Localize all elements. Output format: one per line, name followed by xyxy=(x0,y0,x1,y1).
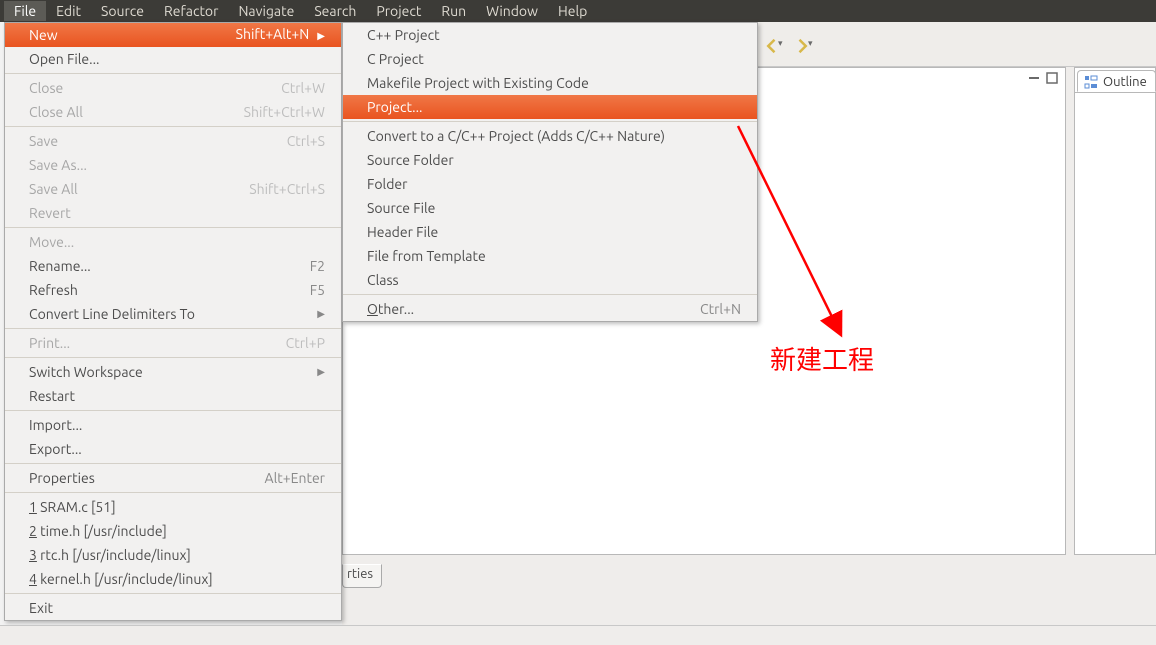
file-print[interactable]: Print...Ctrl+P xyxy=(5,331,341,355)
menu-separator xyxy=(5,410,341,411)
file-recent-0[interactable]: 1 SRAM.c [51] xyxy=(5,495,341,519)
menu-source[interactable]: Source xyxy=(91,1,154,21)
menu-help[interactable]: Help xyxy=(548,1,597,21)
outline-panel: Outline xyxy=(1074,67,1156,555)
file-convert-delimiters[interactable]: Convert Line Delimiters To▶ xyxy=(5,302,341,326)
file-recent-3[interactable]: 4 kernel.h [/usr/include/linux] xyxy=(5,567,341,591)
submenu-arrow-icon: ▶ xyxy=(317,302,325,326)
new-source-folder[interactable]: Source Folder xyxy=(343,148,757,172)
file-recent-1[interactable]: 2 time.h [/usr/include] xyxy=(5,519,341,543)
file-exit[interactable]: Exit xyxy=(5,596,341,620)
properties-tab-partial[interactable]: rties xyxy=(342,564,382,588)
maximize-panel-icon[interactable] xyxy=(1045,71,1059,88)
file-save[interactable]: SaveCtrl+S xyxy=(5,129,341,153)
file-close[interactable]: CloseCtrl+W xyxy=(5,76,341,100)
menu-run[interactable]: Run xyxy=(431,1,476,21)
file-save-all[interactable]: Save AllShift+Ctrl+S xyxy=(5,177,341,201)
menu-separator xyxy=(343,121,757,122)
file-restart[interactable]: Restart xyxy=(5,384,341,408)
new-folder[interactable]: Folder xyxy=(343,172,757,196)
outline-icon xyxy=(1084,75,1098,89)
menu-separator xyxy=(5,126,341,127)
menubar: File Edit Source Refactor Navigate Searc… xyxy=(0,0,1156,22)
menu-edit[interactable]: Edit xyxy=(46,1,91,21)
new-cpp-project[interactable]: C++ Project xyxy=(343,23,757,47)
file-open-file[interactable]: Open File... xyxy=(5,47,341,71)
menu-navigate[interactable]: Navigate xyxy=(228,1,304,21)
file-menu: New Shift+Alt+N ▶ Open File... CloseCtrl+… xyxy=(4,22,342,621)
menu-separator xyxy=(5,227,341,228)
file-export[interactable]: Export... xyxy=(5,437,341,461)
new-project[interactable]: Project... xyxy=(343,95,757,119)
file-new-shortcut: Shift+Alt+N xyxy=(236,26,310,42)
file-import[interactable]: Import... xyxy=(5,413,341,437)
menu-search[interactable]: Search xyxy=(304,1,366,21)
menu-separator xyxy=(5,463,341,464)
outline-tab-label: Outline xyxy=(1103,75,1147,89)
toolbar-forward-icon[interactable]: ▾ xyxy=(792,36,812,52)
new-makefile-project[interactable]: Makefile Project with Existing Code xyxy=(343,71,757,95)
file-revert[interactable]: Revert xyxy=(5,201,341,225)
file-new-label: New xyxy=(29,23,58,47)
file-save-as[interactable]: Save As... xyxy=(5,153,341,177)
file-rename[interactable]: Rename...F2 xyxy=(5,254,341,278)
menu-separator xyxy=(343,294,757,295)
status-bar xyxy=(0,625,1156,645)
new-class[interactable]: Class xyxy=(343,268,757,292)
minimize-panel-icon[interactable] xyxy=(1027,71,1041,88)
new-convert-to-cpp[interactable]: Convert to a C/C++ Project (Adds C/C++ N… xyxy=(343,124,757,148)
menu-separator xyxy=(5,328,341,329)
new-header-file[interactable]: Header File xyxy=(343,220,757,244)
new-source-file[interactable]: Source File xyxy=(343,196,757,220)
file-recent-2[interactable]: 3 rtc.h [/usr/include/linux] xyxy=(5,543,341,567)
file-move[interactable]: Move... xyxy=(5,230,341,254)
menu-file[interactable]: File xyxy=(4,1,46,21)
file-close-all[interactable]: Close AllShift+Ctrl+W xyxy=(5,100,341,124)
submenu-arrow-icon: ▶ xyxy=(317,360,325,384)
new-submenu: C++ Project C Project Makefile Project w… xyxy=(342,22,758,322)
file-switch-workspace[interactable]: Switch Workspace▶ xyxy=(5,360,341,384)
menu-separator xyxy=(5,357,341,358)
outline-tab[interactable]: Outline xyxy=(1077,70,1156,92)
new-c-project[interactable]: C Project xyxy=(343,47,757,71)
file-new[interactable]: New Shift+Alt+N ▶ xyxy=(5,23,341,47)
menu-refactor[interactable]: Refactor xyxy=(154,1,228,21)
menu-separator xyxy=(5,593,341,594)
new-file-from-template[interactable]: File from Template xyxy=(343,244,757,268)
file-refresh[interactable]: RefreshF5 xyxy=(5,278,341,302)
file-properties[interactable]: PropertiesAlt+Enter xyxy=(5,466,341,490)
menu-separator xyxy=(5,492,341,493)
toolbar-back-icon[interactable]: ▾ xyxy=(762,36,782,52)
menu-project[interactable]: Project xyxy=(366,1,431,21)
menu-window[interactable]: Window xyxy=(476,1,548,21)
new-other[interactable]: Other... Ctrl+N xyxy=(343,297,757,321)
submenu-arrow-icon: ▶ xyxy=(317,30,325,41)
menu-separator xyxy=(5,73,341,74)
